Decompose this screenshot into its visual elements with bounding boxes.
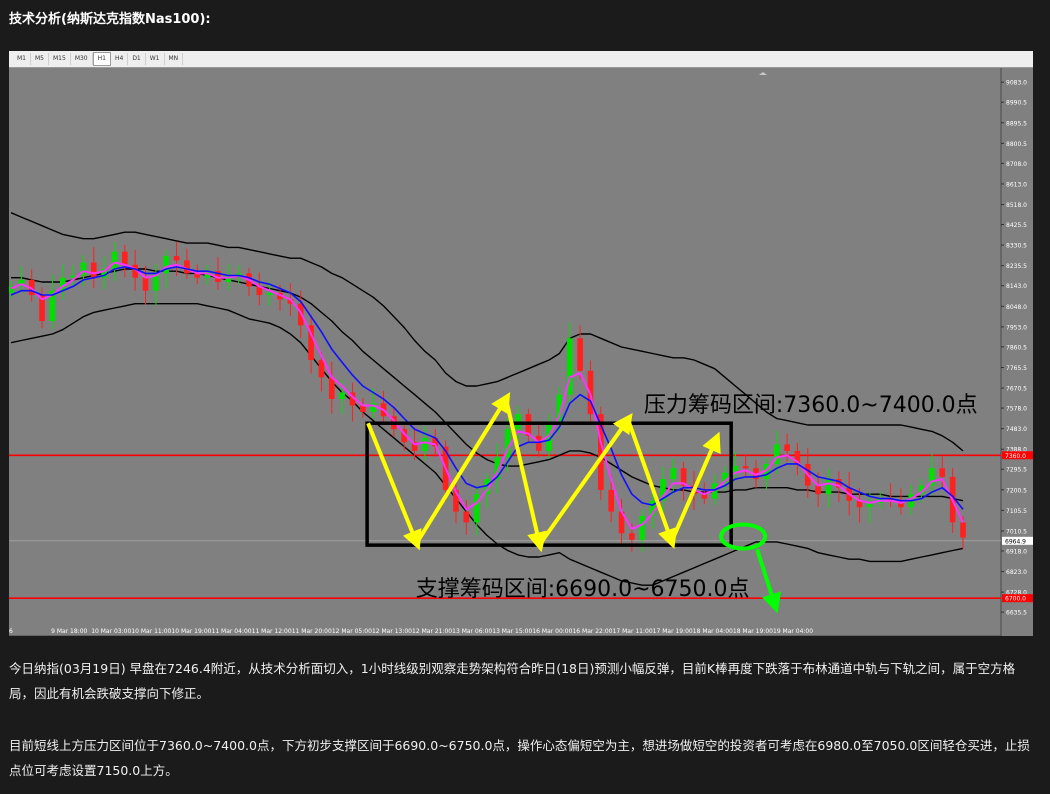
candle-body xyxy=(473,494,480,523)
y-tick-label: 8800.5 xyxy=(1006,141,1027,148)
x-tick-label: 9 Mar 18:00 xyxy=(51,628,87,635)
candle-body xyxy=(90,262,97,278)
y-tick-label: 8330.5 xyxy=(1006,243,1027,250)
y-tick-label: 7483.0 xyxy=(1006,426,1027,433)
price-chart-panel: M1 M5 M15 M30 H1 H4 D1 W1 MN 9083.0 8990.5 8895.5 8… xyxy=(9,51,1033,636)
candle-body xyxy=(266,292,273,296)
x-tick-label: 12 Mar 21:00 xyxy=(412,628,452,635)
candle-body xyxy=(173,256,180,261)
x-tick-label: 17 Mar 19:00 xyxy=(653,628,693,635)
candle-body xyxy=(608,489,614,512)
x-tick-label: 12 Mar 13:00 xyxy=(372,628,412,635)
page-heading: 技术分析(纳斯达克指数Nas100): xyxy=(9,12,211,27)
upper-level-price-label: 7360.0 xyxy=(1005,453,1026,460)
x-tick-label: 17 Mar 11:00 xyxy=(613,628,653,635)
y-tick-label: 7295.5 xyxy=(1006,467,1027,474)
candle-body xyxy=(463,511,470,523)
x-tick-label: 10 Mar 03:00 xyxy=(91,628,131,635)
y-tick-label: 7860.5 xyxy=(1006,344,1027,351)
x-tick-label: 10 Mar 11:00 xyxy=(131,628,171,635)
x-tick-label: 10 Mar 19:00 xyxy=(171,628,211,635)
y-tick-label: 7200.5 xyxy=(1006,487,1027,494)
candle-body xyxy=(939,468,946,477)
x-tick-label: 13 Mar 06:00 xyxy=(452,628,492,635)
x-tick-label: 11 Mar 20:00 xyxy=(292,628,332,635)
y-tick-label: 7105.5 xyxy=(1006,508,1027,515)
x-tick-label: 16 Mar 00:00 xyxy=(532,628,572,635)
candle-body xyxy=(825,479,832,495)
lower-level-price-label: 6700.0 xyxy=(1005,596,1026,603)
resistance-zone-annotation: 压力筹码区间:7360.0~7400.0点 xyxy=(644,393,978,418)
plot-background xyxy=(9,68,1001,636)
candle-body xyxy=(122,251,128,265)
candle-body xyxy=(111,251,118,270)
y-tick-label: 8990.5 xyxy=(1006,100,1027,107)
y-tick-label: 9083.0 xyxy=(1006,80,1027,87)
x-tick-label: 6 xyxy=(9,628,13,635)
y-tick-label: 8235.5 xyxy=(1006,263,1027,270)
y-tick-label: 7578.0 xyxy=(1006,406,1027,413)
candle-body xyxy=(535,435,542,451)
timeframe-button-d1[interactable]: D1 xyxy=(128,53,146,65)
timeframe-button-h4[interactable]: H4 xyxy=(111,53,129,65)
timeframe-button-m30[interactable]: M30 xyxy=(71,53,93,65)
y-tick-label: 6823.0 xyxy=(1006,569,1027,576)
current-price-label: 6964.9 xyxy=(1005,538,1026,545)
candle-body xyxy=(318,359,325,378)
y-tick-label: 8425.5 xyxy=(1006,222,1027,229)
y-tick-label: 7010.5 xyxy=(1006,528,1027,535)
candle-body xyxy=(328,377,335,399)
y-tick-label: 8048.0 xyxy=(1006,304,1027,311)
price-chart: 9083.0 8990.5 8895.5 8800.5 8708.0 8613.0 8518… xyxy=(9,68,1033,636)
x-tick-label: 11 Mar 12:00 xyxy=(252,628,292,635)
support-zone-annotation: 支撑筹码区间:6690.0~6750.0点 xyxy=(416,577,750,602)
candle-body xyxy=(339,392,345,399)
x-tick-label: 19 Mar 04:00 xyxy=(773,628,813,635)
candle-body xyxy=(422,437,428,451)
timeframe-button-w1[interactable]: W1 xyxy=(146,53,165,65)
candle-body xyxy=(577,338,583,371)
y-tick-label: 7670.5 xyxy=(1006,386,1027,393)
candle-body xyxy=(960,522,966,538)
y-tick-label: 8143.0 xyxy=(1006,283,1027,290)
timeframe-button-h1[interactable]: H1 xyxy=(92,52,111,66)
y-tick-label: 8708.0 xyxy=(1006,161,1027,168)
candle-body xyxy=(784,444,790,451)
candle-body xyxy=(742,466,749,469)
y-tick-label: 6918.0 xyxy=(1006,548,1027,555)
x-tick-label: 11 Mar 04:00 xyxy=(212,628,252,635)
y-tick-label: 7765.5 xyxy=(1006,365,1027,372)
x-tick-label: 18 Mar 04:00 xyxy=(693,628,733,635)
x-tick-label: 12 Mar 05:00 xyxy=(332,628,372,635)
candle-body xyxy=(184,260,190,274)
timeframe-button-m15[interactable]: M15 xyxy=(49,53,71,65)
timeframe-button-mn[interactable]: MN xyxy=(165,53,184,65)
y-tick-label: 7953.0 xyxy=(1006,324,1027,331)
x-tick-label: 18 Mar 19:00 xyxy=(733,628,773,635)
candle-body xyxy=(639,515,646,540)
y-tick-label: 6635.5 xyxy=(1006,610,1027,617)
x-tick-label: 13 Mar 15:00 xyxy=(492,628,532,635)
candle-body xyxy=(142,277,149,291)
candle-body xyxy=(163,256,170,274)
candle-body xyxy=(670,468,677,480)
timeframe-toolbar: M1 M5 M15 M30 H1 H4 D1 W1 MN xyxy=(9,51,1033,68)
x-tick-label: 16 Mar 22:00 xyxy=(572,628,612,635)
analysis-paragraph-1: 今日纳指(03月19日) 早盘在7246.4附近，从技术分析面切入，1小时线级别… xyxy=(9,661,1016,701)
timeframe-button-m1[interactable]: M1 xyxy=(13,53,31,65)
y-tick-label: 8895.5 xyxy=(1006,120,1027,127)
y-tick-label: 8518.0 xyxy=(1006,202,1027,209)
timeframe-button-m5[interactable]: M5 xyxy=(31,53,49,65)
candle-body xyxy=(815,485,821,495)
candle-body xyxy=(629,533,635,540)
y-tick-label: 8613.0 xyxy=(1006,181,1027,188)
analysis-paragraph-2: 目前短线上方压力区间位于7360.0~7400.0点，下方初步支撑区间于6690… xyxy=(9,738,1030,778)
